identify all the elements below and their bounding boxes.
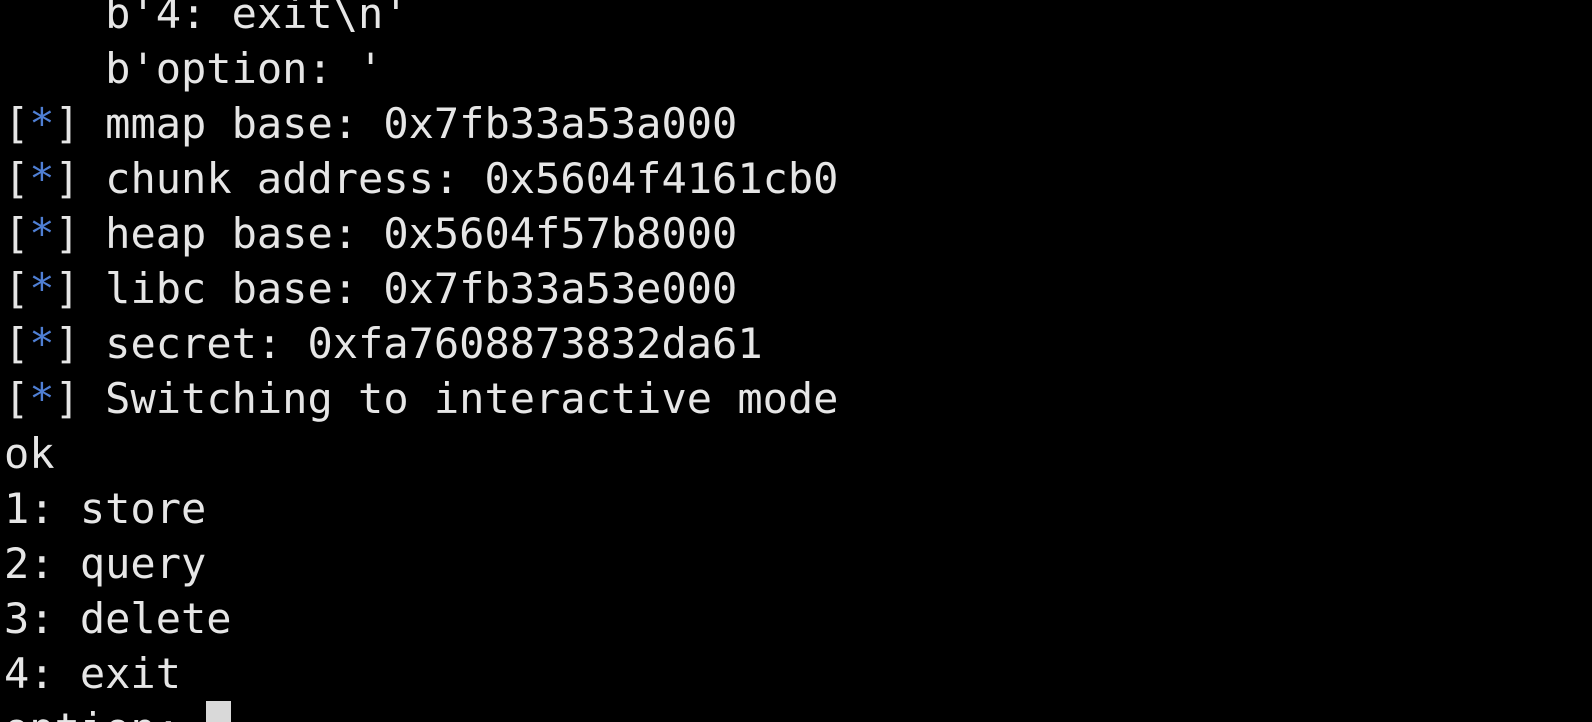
log-line-libc-base: [*] libc base: 0x7fb33a53e000 <box>4 264 738 313</box>
text-cursor[interactable] <box>206 701 232 722</box>
log-star-icon: * <box>29 264 55 313</box>
menu-line-store: 1: store <box>4 484 207 533</box>
log-line-interactive-mode: [*] Switching to interactive mode <box>4 374 839 423</box>
log-line-mmap-base: [*] mmap base: 0x7fb33a53a000 <box>4 99 738 148</box>
log-line-heap-base: [*] heap base: 0x5604f57b8000 <box>4 209 738 258</box>
log-star-icon: * <box>29 209 55 258</box>
terminal-window[interactable]: b'4: exit\n' b'option: ' [*] mmap base: … <box>0 0 1592 722</box>
log-star-icon: * <box>29 99 55 148</box>
menu-line-query: 2: query <box>4 539 207 588</box>
log-line-secret: [*] secret: 0xfa7608873832da61 <box>4 319 763 368</box>
terminal-line-bytes-option: b'option: ' <box>4 44 384 93</box>
log-star-icon: * <box>29 319 55 368</box>
log-line-chunk-address: [*] chunk address: 0x5604f4161cb0 <box>4 154 839 203</box>
menu-line-exit: 4: exit <box>4 649 182 698</box>
terminal-line-bytes-exit: b'4: exit\n' <box>4 0 409 38</box>
output-line-ok: ok <box>4 429 55 478</box>
prompt-text: option: <box>4 704 206 722</box>
log-star-icon: * <box>29 374 55 423</box>
terminal-prompt-line[interactable]: option: <box>4 701 232 722</box>
log-star-icon: * <box>29 154 55 203</box>
menu-line-delete: 3: delete <box>4 594 232 643</box>
